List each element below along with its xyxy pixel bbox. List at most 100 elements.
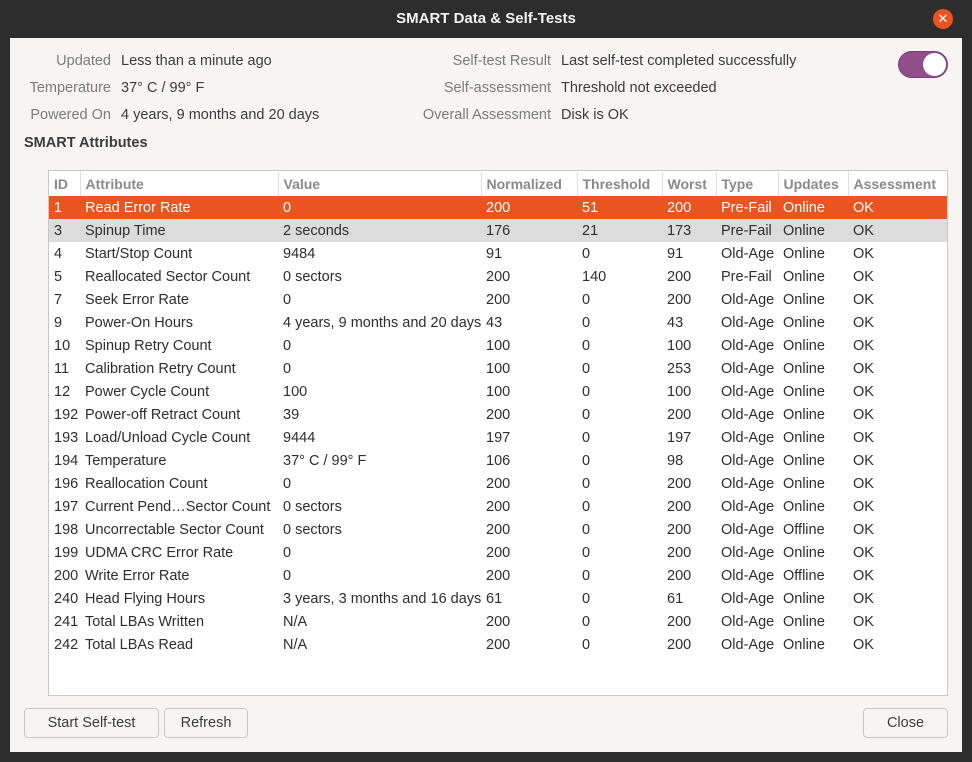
- cell-value: 9484: [283, 245, 316, 262]
- table-row[interactable]: 197 Current Pend…Sector Count 0 sectors 200…: [49, 495, 947, 518]
- cell-value: 0 sectors: [283, 498, 342, 515]
- cell-threshold: 0: [582, 613, 591, 630]
- column-header-value[interactable]: Value: [278, 171, 482, 196]
- cell-assessment: OK: [853, 314, 874, 331]
- window-frame-left: [0, 38, 10, 762]
- cell-assessment: OK: [853, 337, 874, 354]
- cell-worst: 200: [667, 544, 692, 561]
- cell-type: Old-Age: [721, 544, 775, 561]
- cell-assessment: OK: [853, 475, 874, 492]
- cell-assessment: OK: [853, 613, 874, 630]
- cell-threshold: 0: [582, 544, 591, 561]
- column-header-worst[interactable]: Worst: [662, 171, 717, 196]
- cell-value: 39: [283, 406, 300, 423]
- cell-id: 4: [54, 245, 63, 262]
- cell-type: Old-Age: [721, 567, 775, 584]
- cell-normalized: 200: [486, 567, 511, 584]
- cell-threshold: 0: [582, 245, 591, 262]
- cell-threshold: 0: [582, 452, 591, 469]
- table-row[interactable]: 194 Temperature 37° C / 99° F 106 0 98 Old-Age…: [49, 449, 947, 472]
- table-row[interactable]: 198 Uncorrectable Sector Count 0 sectors 20…: [49, 518, 947, 541]
- cell-assessment: OK: [853, 360, 874, 377]
- cell-worst: 173: [662, 219, 716, 242]
- table-row[interactable]: 196 Reallocation Count 0 200 0 200 Old-Age Onli…: [49, 472, 947, 495]
- column-header-updates[interactable]: Updates: [778, 171, 849, 196]
- table-row[interactable]: 240 Head Flying Hours 3 years, 3 months an…: [49, 587, 947, 610]
- smart-enable-toggle[interactable]: [898, 51, 948, 78]
- close-button[interactable]: Close: [863, 708, 948, 738]
- table-row[interactable]: 241 Total LBAs Written N/A 200 0 200 Old-Age On…: [49, 610, 947, 633]
- refresh-button[interactable]: Refresh: [164, 708, 248, 738]
- table-row[interactable]: 200 Write Error Rate 0 200 0 200 Old-Age Offlin…: [49, 564, 947, 587]
- table-row[interactable]: 7 Seek Error Rate 0 200 0 200 Old-Age Online OK: [49, 288, 947, 311]
- table-row[interactable]: 10 Spinup Retry Count 0 100 0 100 Old-Age Onlin…: [49, 334, 947, 357]
- cell-attribute: Head Flying Hours: [85, 590, 206, 607]
- cell-worst: 200: [667, 268, 692, 285]
- table-row[interactable]: 1 Read Error Rate 0 200 51 200 Pre-Fail Online O…: [49, 196, 947, 219]
- table-row[interactable]: 9 Power-On Hours 4 years, 9 months and 20 …: [49, 311, 947, 334]
- cell-value: 3 years, 3 months and 16 days: [283, 590, 481, 607]
- table-row[interactable]: 11 Calibration Retry Count 0 100 0 253 Old-Age…: [49, 357, 947, 380]
- window-frame-bottom: [0, 752, 972, 762]
- cell-type: Old-Age: [721, 475, 775, 492]
- table-row[interactable]: 5 Reallocated Sector Count 0 sectors 200 140…: [49, 265, 947, 288]
- table-row[interactable]: 12 Power Cycle Count 100 100 0 100 Old-Age Onli…: [49, 380, 947, 403]
- cell-id: 10: [54, 337, 71, 354]
- cell-worst: 61: [667, 590, 684, 607]
- cell-threshold: 0: [582, 314, 591, 331]
- cell-type: Old-Age: [721, 521, 775, 538]
- cell-type: Old-Age: [721, 498, 775, 515]
- cell-type: Old-Age: [721, 590, 775, 607]
- close-window-icon[interactable]: ✕: [933, 9, 953, 29]
- cell-attribute: Total LBAs Written: [85, 613, 205, 630]
- cell-worst: 100: [667, 337, 692, 354]
- cell-type: Old-Age: [721, 406, 775, 423]
- cell-attribute: Reallocated Sector Count: [85, 268, 251, 285]
- cell-attribute: Uncorrectable Sector Count: [85, 521, 264, 538]
- cell-type: Old-Age: [721, 613, 775, 630]
- column-header-threshold[interactable]: Threshold: [577, 171, 663, 196]
- cell-value: 0: [283, 360, 292, 377]
- cell-threshold: 51: [577, 196, 662, 219]
- cell-attribute: Calibration Retry Count: [85, 360, 236, 377]
- updated-value: Less than a minute ago: [121, 53, 272, 69]
- cell-threshold: 0: [582, 337, 591, 354]
- powered-on-label: Powered On: [30, 107, 111, 123]
- cell-worst: 43: [667, 314, 684, 331]
- cell-normalized: 100: [486, 337, 511, 354]
- cell-worst: 200: [667, 406, 692, 423]
- cell-type: Old-Age: [721, 245, 775, 262]
- column-header-id[interactable]: ID: [49, 171, 81, 196]
- cell-assessment: OK: [853, 590, 874, 607]
- titlebar: SMART Data & Self-Tests ✕: [0, 0, 972, 38]
- cell-threshold: 21: [577, 219, 662, 242]
- cell-assessment: OK: [853, 383, 874, 400]
- cell-normalized: 200: [486, 521, 511, 538]
- cell-normalized: 200: [486, 498, 511, 515]
- cell-assessment: OK: [853, 452, 874, 469]
- cell-value: 0: [283, 337, 292, 354]
- table-row[interactable]: 242 Total LBAs Read N/A 200 0 200 Old-Age Onlin…: [49, 633, 947, 656]
- column-header-assessment[interactable]: Assessment: [848, 171, 947, 196]
- cell-type: Pre-Fail: [716, 219, 778, 242]
- table-row[interactable]: 4 Start/Stop Count 9484 91 0 91 Old-Age Online O…: [49, 242, 947, 265]
- cell-attribute: Start/Stop Count: [85, 245, 193, 262]
- cell-value: 0 sectors: [283, 268, 342, 285]
- table-row[interactable]: 193 Load/Unload Cycle Count 9444 197 0 197 Old…: [49, 426, 947, 449]
- column-header-normalized[interactable]: Normalized: [481, 171, 578, 196]
- cell-assessment: OK: [853, 406, 874, 423]
- cell-worst: 200: [667, 613, 692, 630]
- table-row[interactable]: 199 UDMA CRC Error Rate 0 200 0 200 Old-Age Onl…: [49, 541, 947, 564]
- table-row[interactable]: 192 Power-off Retract Count 39 200 0 200 Old-A…: [49, 403, 947, 426]
- cell-worst: 253: [667, 360, 692, 377]
- column-header-type[interactable]: Type: [716, 171, 779, 196]
- cell-updates: Online: [783, 613, 825, 630]
- cell-worst: 200: [667, 521, 692, 538]
- column-header-attribute[interactable]: Attribute: [80, 171, 279, 196]
- table-row[interactable]: 3 Spinup Time 2 seconds 176 21 173 Pre-Fail Onl…: [49, 219, 947, 242]
- cell-updates: Online: [783, 383, 825, 400]
- cell-value: 0: [278, 196, 481, 219]
- cell-assessment: OK: [853, 291, 874, 308]
- start-selftest-button[interactable]: Start Self-test: [24, 708, 159, 738]
- cell-attribute: Power Cycle Count: [85, 383, 210, 400]
